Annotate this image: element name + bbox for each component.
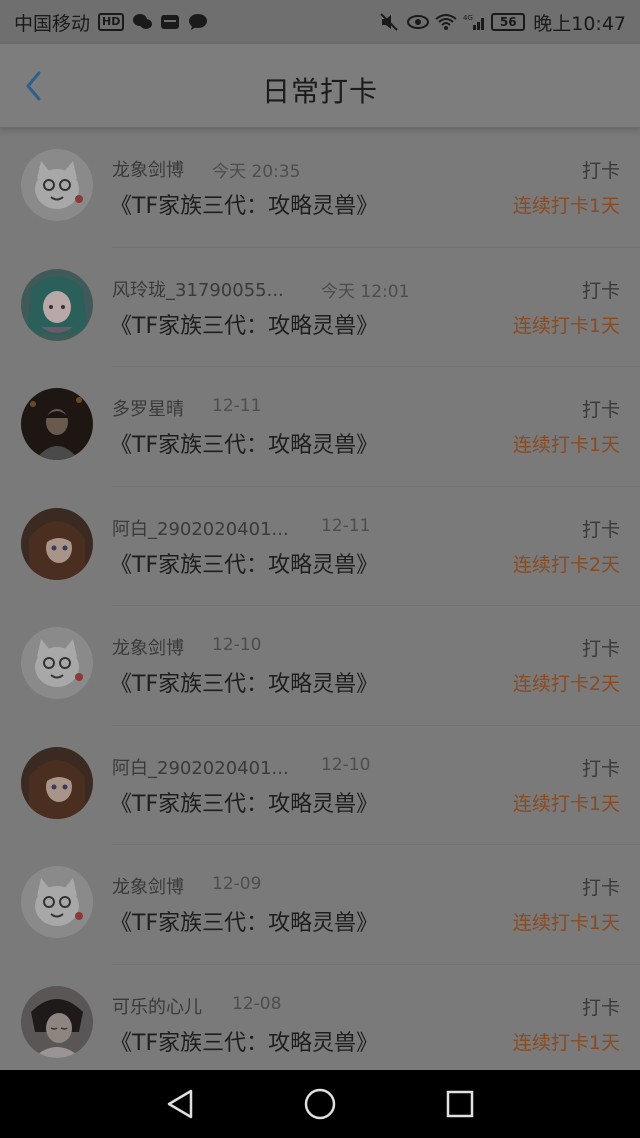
- photo-avatar[interactable]: [21, 388, 93, 460]
- checkin-label: 打卡: [581, 399, 620, 421]
- user-name[interactable]: 龙象剑博: [112, 873, 184, 899]
- portrait-avatar[interactable]: [21, 985, 93, 1058]
- task-title: 《TF家族三代：攻略灵兽》: [110, 911, 379, 936]
- checkin-time: 12-08: [232, 993, 282, 1014]
- checkin-time: 12-11: [212, 396, 262, 416]
- list-item[interactable]: 龙象剑博 12-10 打卡 《TF家族三代：攻略灵兽》 连续打卡2天: [0, 606, 640, 726]
- task-title: 《TF家族三代：攻略灵兽》: [110, 791, 379, 817]
- checkin-time: 12-11: [321, 515, 371, 536]
- checkin-list[interactable]: 龙象剑博 今天 20:35 打卡 《TF家族三代：攻略灵兽》 连续打卡1天 风玲…: [0, 128, 640, 1070]
- streak-label: 连续打卡1天: [512, 314, 620, 337]
- list-item[interactable]: 龙象剑博 12-09 打卡 《TF家族三代：攻略灵兽》 连续打卡1天: [0, 845, 640, 965]
- task-title: 《TF家族三代：攻略灵兽》: [110, 1030, 379, 1056]
- checkin-label: 打卡: [581, 996, 620, 1019]
- message-icon: [188, 13, 208, 31]
- list-item[interactable]: 阿白_2902020401... 12-11 打卡 《TF家族三代：攻略灵兽》 …: [0, 487, 640, 606]
- status-bar: 中国移动 HD 4G 56 晚上10:47: [0, 0, 640, 44]
- checkin-label: 打卡: [581, 160, 620, 182]
- eye-icon: [407, 13, 430, 31]
- battery-indicator: 56: [491, 13, 526, 31]
- signal-icon: 4G: [463, 13, 485, 31]
- carrier-label: 中国移动: [14, 12, 91, 35]
- checkin-label: 打卡: [581, 638, 620, 660]
- streak-label: 连续打卡1天: [512, 434, 620, 456]
- list-item[interactable]: 阿白_2902020401... 12-10 打卡 《TF家族三代：攻略灵兽》 …: [0, 726, 640, 845]
- page-title: 日常打卡: [261, 75, 378, 108]
- app-header: 日常打卡: [0, 44, 640, 128]
- status-right: 4G 56 晚上10:47: [379, 9, 626, 36]
- user-name[interactable]: 龙象剑博: [112, 634, 184, 660]
- streak-label: 连续打卡1天: [512, 792, 620, 815]
- task-title: 《TF家族三代：攻略灵兽》: [110, 313, 379, 339]
- list-item[interactable]: 风玲珑_31790055... 今天 12:01 打卡 《TF家族三代：攻略灵兽…: [0, 248, 640, 367]
- nav-recents-button[interactable]: [440, 1084, 480, 1124]
- streak-label: 连续打卡1天: [512, 1031, 620, 1054]
- cat-avatar[interactable]: [21, 149, 93, 221]
- list-item[interactable]: 多罗星晴 12-11 打卡 《TF家族三代：攻略灵兽》 连续打卡1天: [0, 367, 640, 487]
- user-name[interactable]: 龙象剑博: [112, 156, 184, 182]
- checkin-time: 12-10: [321, 754, 371, 775]
- checkin-label: 打卡: [581, 518, 620, 541]
- svg-text:4G: 4G: [463, 14, 473, 22]
- task-title: 《TF家族三代：攻略灵兽》: [110, 194, 379, 219]
- nav-home-button[interactable]: [300, 1084, 340, 1124]
- user-name[interactable]: 阿白_2902020401...: [112, 515, 289, 541]
- clock: 晚上10:47: [533, 12, 626, 35]
- status-left: 中国移动 HD: [14, 9, 208, 36]
- list-item[interactable]: 龙象剑博 今天 20:35 打卡 《TF家族三代：攻略灵兽》 连续打卡1天: [0, 128, 640, 248]
- cat-avatar[interactable]: [21, 627, 93, 699]
- streak-label: 连续打卡2天: [512, 553, 620, 576]
- brown-hair-avatar[interactable]: [21, 746, 93, 819]
- list-item[interactable]: 可乐的心儿 12-08 打卡 《TF家族三代：攻略灵兽》 连续打卡1天: [0, 965, 640, 1071]
- mute-icon: [379, 13, 399, 31]
- hd-badge: HD: [98, 13, 125, 31]
- app-notification-icon: [160, 13, 180, 31]
- wechat-icon: [132, 13, 153, 31]
- wifi-icon: [435, 13, 457, 31]
- brown-hair-avatar[interactable]: [21, 507, 93, 580]
- checkin-time: 12-10: [212, 635, 262, 655]
- triangle-back-icon: [167, 1089, 193, 1119]
- user-name[interactable]: 阿白_2902020401...: [112, 754, 289, 780]
- cat-avatar[interactable]: [21, 866, 93, 938]
- checkin-time: 12-09: [212, 874, 262, 894]
- checkin-time: 今天 20:35: [212, 162, 301, 182]
- streak-label: 连续打卡1天: [512, 195, 620, 217]
- system-nav-bar: [0, 1070, 640, 1138]
- checkin-label: 打卡: [581, 279, 620, 302]
- task-title: 《TF家族三代：攻略灵兽》: [110, 672, 379, 697]
- checkin-label: 打卡: [581, 877, 620, 899]
- checkin-time: 今天 12:01: [321, 281, 410, 302]
- nav-back-button[interactable]: [160, 1084, 200, 1124]
- circle-home-icon: [304, 1088, 336, 1120]
- task-title: 《TF家族三代：攻略灵兽》: [110, 433, 379, 458]
- task-title: 《TF家族三代：攻略灵兽》: [110, 552, 379, 578]
- user-name[interactable]: 多罗星晴: [112, 395, 184, 421]
- streak-label: 连续打卡1天: [512, 912, 620, 934]
- user-name[interactable]: 风玲珑_31790055...: [112, 276, 284, 302]
- square-recents-icon: [446, 1090, 474, 1118]
- anime-girl-avatar[interactable]: [21, 268, 93, 341]
- streak-label: 连续打卡2天: [512, 673, 620, 695]
- checkin-label: 打卡: [581, 757, 620, 780]
- user-name[interactable]: 可乐的心儿: [112, 993, 202, 1019]
